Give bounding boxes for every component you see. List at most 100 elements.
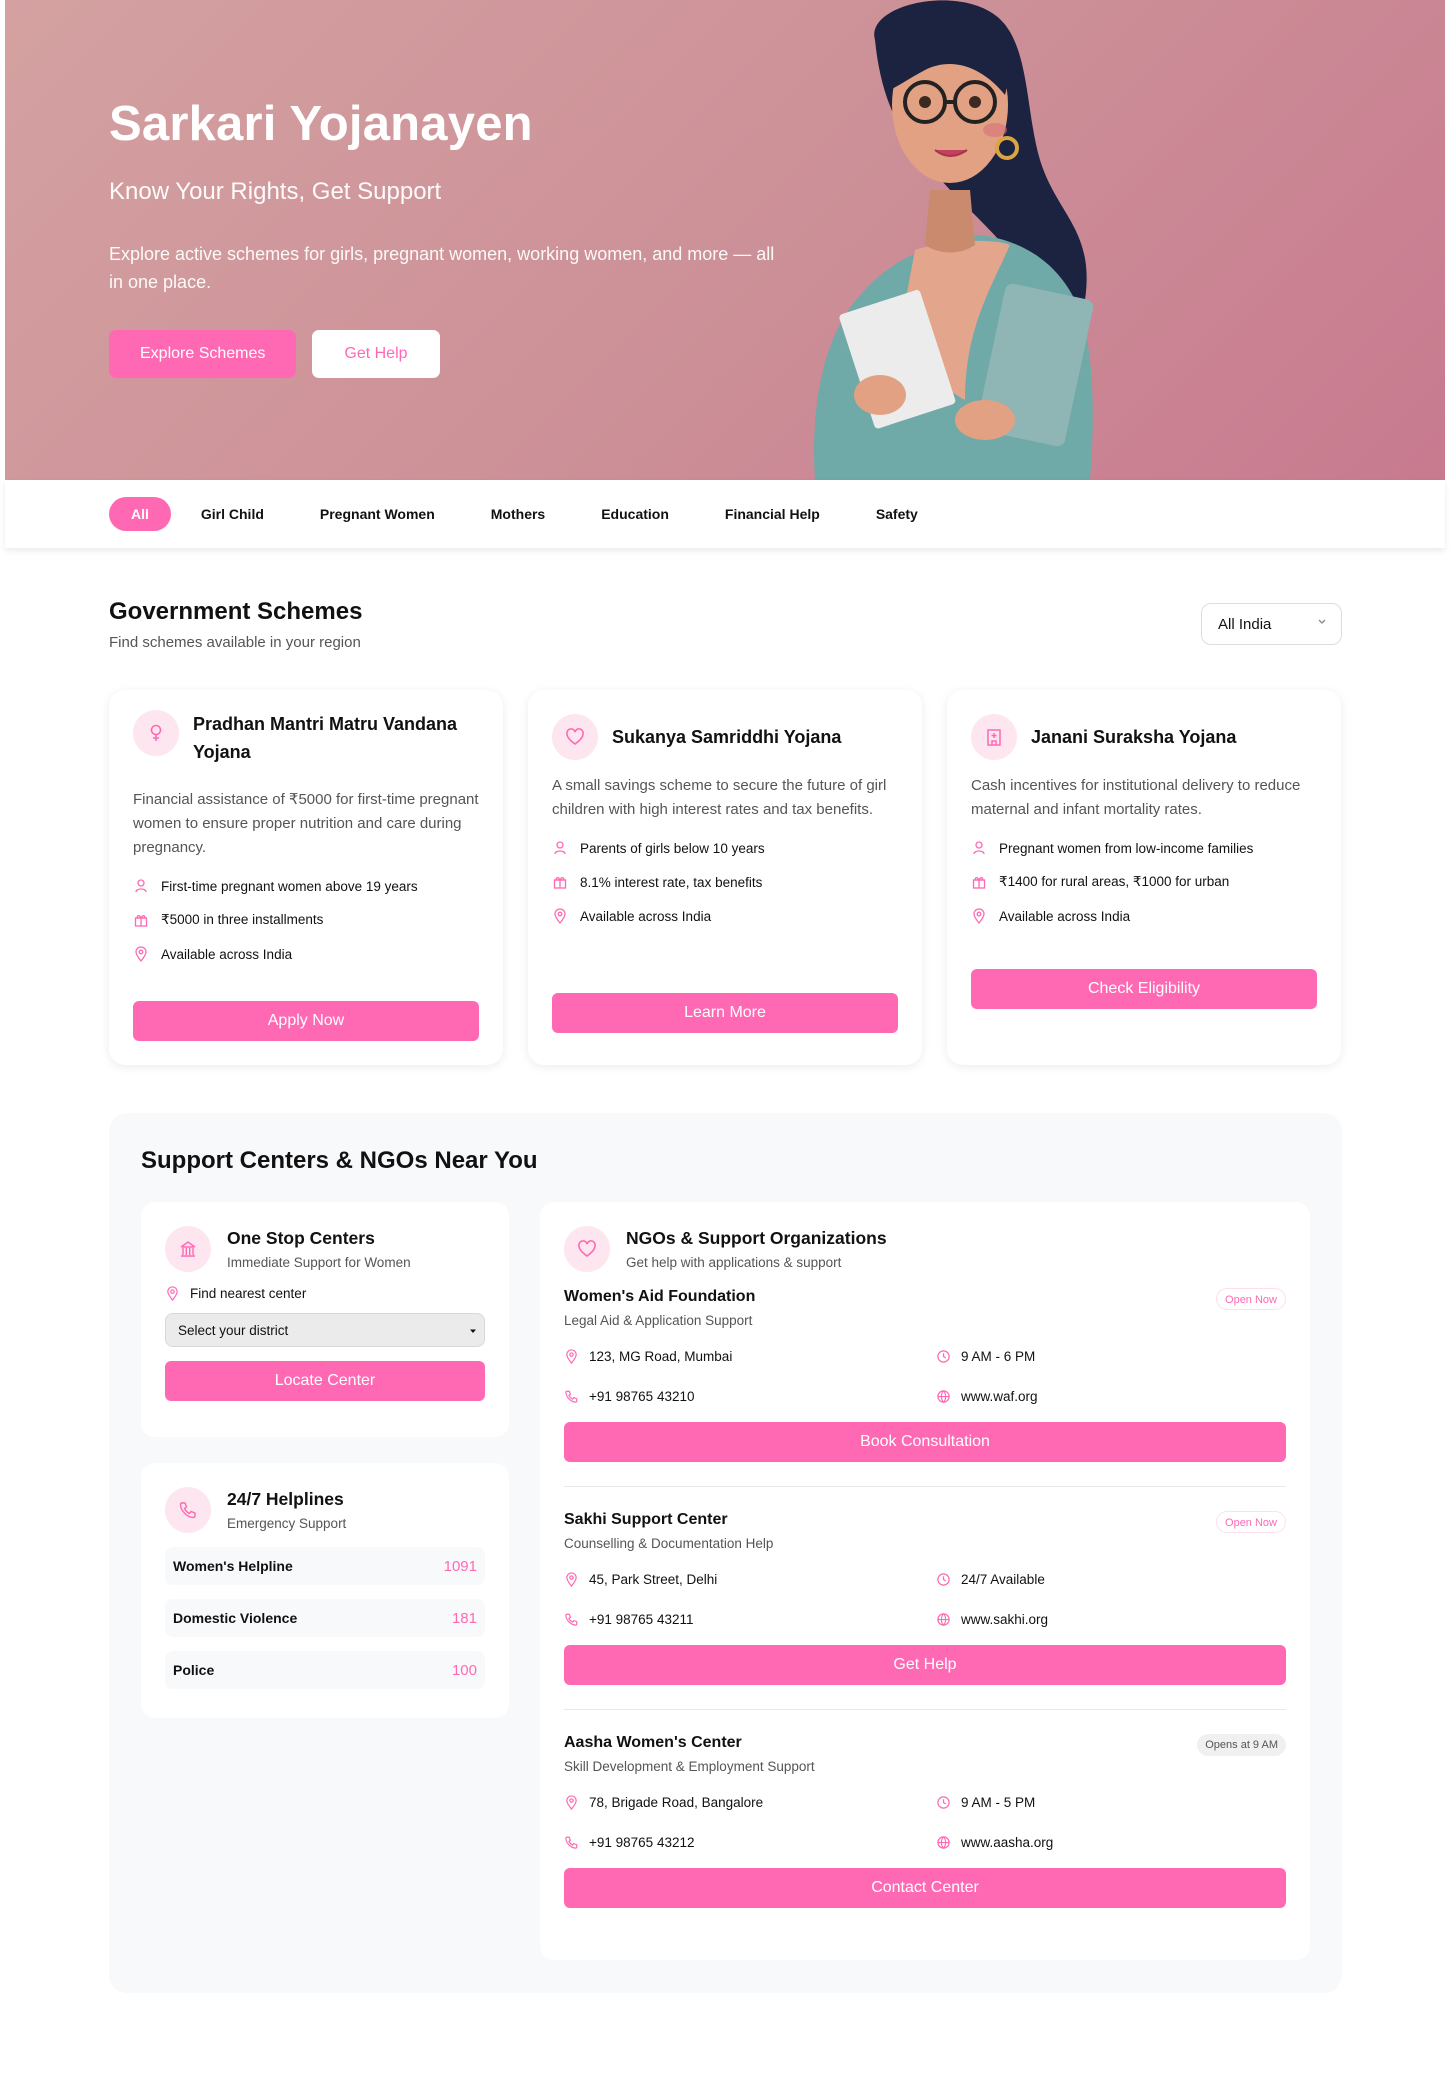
phone-icon [165,1487,211,1533]
region-select-value: All India [1218,615,1272,633]
female-icon [133,710,179,756]
globe-icon [937,1835,950,1849]
region-select[interactable]: All India [1201,603,1342,645]
locate-center-button[interactable]: Locate Center [165,1361,485,1401]
ngo-hours: 9 AM - 5 PM [936,1782,1236,1822]
schemes-title: Government Schemes [109,598,363,625]
hero-buttons: Explore Schemes Get Help [109,330,789,378]
ngo-name: Sakhi Support Center [564,1511,728,1528]
building-icon [165,1226,211,1272]
scheme-description: A small savings scheme to secure the fut… [552,777,887,818]
scheme-title: Janani Suraksha Yojana [1031,727,1237,747]
ngos-title: NGOs & Support Organizations [626,1228,887,1248]
divider [564,1486,1286,1487]
gift-icon [134,915,148,927]
hero-banner: Sarkari Yojanayen Know Your Rights, Get … [5,0,1445,480]
ngo-phone[interactable]: +91 98765 43212 [564,1822,936,1862]
filter-chip-pregnant-women[interactable]: Pregnant Women [292,497,463,531]
get-help-button[interactable]: Get Help [312,330,440,378]
status-badge: Opens at 9 AM [1197,1734,1286,1756]
ngo-website[interactable]: www.aasha.org [936,1822,1236,1862]
ngo-address: 45, Park Street, Delhi [564,1559,936,1599]
ngo-website[interactable]: www.sakhi.org [936,1599,1236,1639]
hero-text: Sarkari Yojanayen Know Your Rights, Get … [109,96,789,378]
clock-icon [937,1349,950,1363]
scheme-card: Sukanya Samriddhi Yojana A small savings… [528,690,922,1065]
scheme-benefit: 8.1% interest rate, tax benefits [552,874,898,890]
heart-icon [552,714,598,760]
helpline-row[interactable]: Police 100 [165,1651,485,1689]
scheme-eligibility: First-time pregnant women above 19 years [133,878,479,894]
helpline-number[interactable]: 181 [452,1610,477,1627]
divider [564,1709,1286,1710]
ngos-panel: NGOs & Support Organizations Get help wi… [540,1202,1310,1960]
clock-icon [937,1795,950,1809]
one-stop-subtitle: Immediate Support for Women [227,1255,411,1270]
ngo-type: Legal Aid & Application Support [564,1313,753,1328]
phone-icon [565,1390,578,1403]
district-select-placeholder: Select your district [178,1322,289,1338]
one-stop-centers-panel: One Stop Centers Immediate Support for W… [141,1202,509,1437]
support-section: Support Centers & NGOs Near You One Stop… [109,1113,1342,1993]
chevron-down-icon [1318,619,1326,624]
scheme-eligibility: Pregnant women from low-income families [971,840,1317,856]
filter-chip-all[interactable]: All [109,497,171,531]
location-pin-icon [554,908,566,924]
helplines-title: 24/7 Helplines [227,1489,344,1509]
user-icon [135,879,147,893]
ngo-website[interactable]: www.waf.org [936,1376,1236,1416]
location-pin-icon [973,908,985,924]
learn-more-button[interactable]: Learn More [552,993,898,1033]
filter-chip-girl-child[interactable]: Girl Child [173,497,292,531]
scheme-description: Cash incentives for institutional delive… [971,777,1301,818]
ngos-subtitle: Get help with applications & support [626,1255,842,1270]
location-pin-icon [135,946,147,962]
scheme-availability: Available across India [552,908,898,924]
ngo-type: Skill Development & Employment Support [564,1759,815,1774]
scheme-availability: Available across India [971,908,1317,924]
location-pin-icon [566,1348,577,1364]
ngo-address: 78, Brigade Road, Bangalore [564,1782,936,1822]
scheme-card: Janani Suraksha Yojana Cash incentives f… [947,690,1341,1065]
helpline-number[interactable]: 1091 [444,1558,477,1575]
gift-icon [972,877,986,889]
schemes-subtitle: Find schemes available in your region [109,634,361,651]
ngo-phone[interactable]: +91 98765 43211 [564,1599,936,1639]
hero-description: Explore active schemes for girls, pregna… [109,244,775,292]
location-pin-icon [566,1794,577,1810]
phone-icon [565,1613,578,1626]
apply-now-button[interactable]: Apply Now [133,1001,479,1041]
explore-schemes-button[interactable]: Explore Schemes [109,330,297,378]
ngo-name: Women's Aid Foundation [564,1288,756,1305]
filter-chip-mothers[interactable]: Mothers [463,497,573,531]
filter-chip-education[interactable]: Education [573,497,697,531]
helpline-row[interactable]: Domestic Violence 181 [165,1599,485,1637]
scheme-title: Pradhan Mantri Matru Vandana Yojana [193,714,458,762]
get-help-ngo-button[interactable]: Get Help [564,1645,1286,1685]
heart-icon [564,1226,610,1272]
location-pin-icon [566,1571,577,1587]
contact-center-button[interactable]: Contact Center [564,1868,1286,1908]
hospital-icon [971,714,1017,760]
scheme-description: Financial assistance of ₹5000 for first-… [133,791,479,856]
ngo-item: Aasha Women's Center Skill Development &… [564,1734,1286,1908]
one-stop-title: One Stop Centers [227,1228,375,1248]
district-select[interactable]: Select your district [165,1313,485,1347]
helpline-row[interactable]: Women's Helpline 1091 [165,1547,485,1585]
user-icon [973,841,985,855]
scheme-card: Pradhan Mantri Matru Vandana Yojana Fina… [109,690,503,1065]
scheme-benefit: ₹1400 for rural areas, ₹1000 for urban [971,874,1317,890]
location-pin-icon [167,1286,178,1301]
check-eligibility-button[interactable]: Check Eligibility [971,969,1317,1009]
filter-chip-financial-help[interactable]: Financial Help [697,497,848,531]
ngo-hours: 9 AM - 6 PM [936,1336,1236,1376]
helpline-number[interactable]: 100 [452,1662,477,1679]
filter-chip-safety[interactable]: Safety [848,497,946,531]
phone-icon [565,1836,578,1849]
scheme-eligibility: Parents of girls below 10 years [552,840,898,856]
ngo-item: Women's Aid Foundation Legal Aid & Appli… [564,1288,1286,1462]
status-badge: Open Now [1216,1511,1286,1533]
schemes-header: Government Schemes Find schemes availabl… [109,598,362,651]
book-consultation-button[interactable]: Book Consultation [564,1422,1286,1462]
ngo-phone[interactable]: +91 98765 43210 [564,1376,936,1416]
